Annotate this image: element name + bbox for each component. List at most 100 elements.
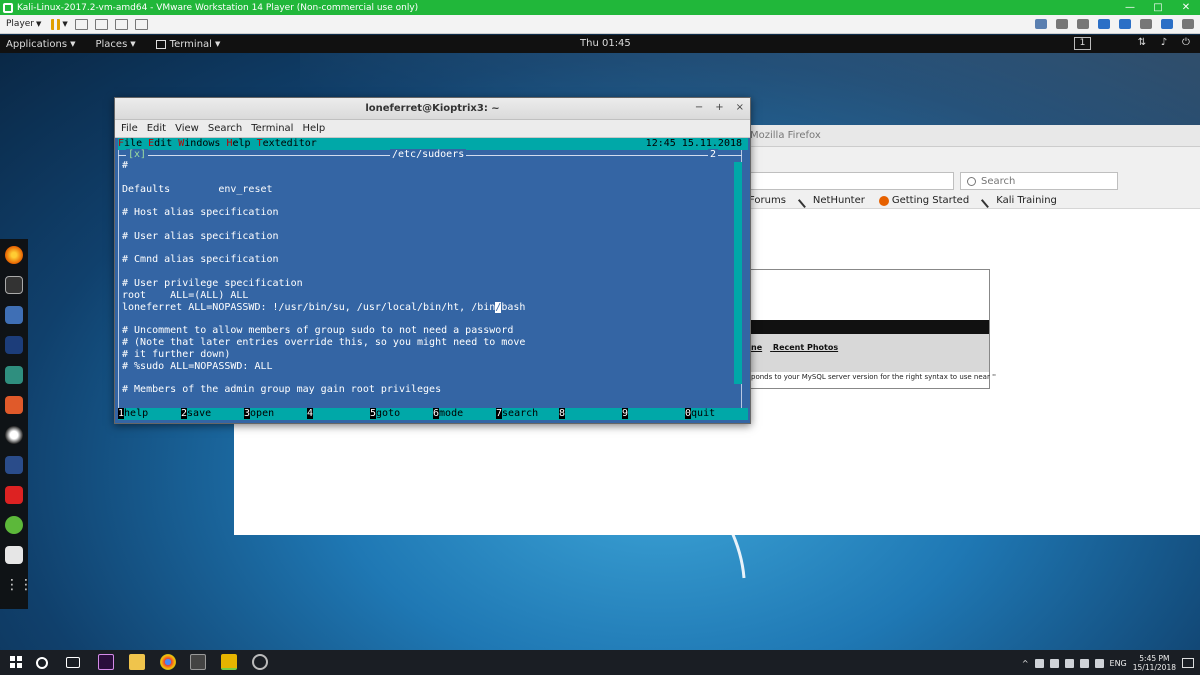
volume-icon[interactable] <box>1079 658 1089 668</box>
mcedit-menu-texteditor[interactable]: Texteditor <box>257 138 317 149</box>
taskbar-clock[interactable]: 5:45 PM 15/11/2018 <box>1133 654 1176 672</box>
editor-scrollbar[interactable] <box>734 162 742 384</box>
sound-device-icon[interactable] <box>1140 19 1152 29</box>
display-device-icon[interactable] <box>1182 19 1194 29</box>
faraday-icon[interactable] <box>5 486 23 504</box>
terminal-screen[interactable]: File Edit Windows Help Texteditor 12:45 1… <box>118 138 748 421</box>
show-hidden-icons[interactable]: ^ <box>1022 659 1029 668</box>
page-nav-links: ne Recent Photos <box>751 343 846 352</box>
firefox-icon[interactable] <box>5 246 23 264</box>
vmware-logo-icon <box>3 2 13 13</box>
editor-line: # it further down) <box>122 348 231 360</box>
function-key-9[interactable]: 9 <box>622 408 685 420</box>
unity-icon[interactable] <box>134 18 148 30</box>
mcedit-menu-edit[interactable]: Edit <box>148 138 172 149</box>
close-button[interactable]: ✕ <box>1172 0 1200 15</box>
notifications-icon[interactable] <box>1182 658 1194 668</box>
function-key-label: help <box>124 408 149 419</box>
terminal-close-button[interactable]: × <box>736 102 744 113</box>
bookmark-forums[interactable]: Forums <box>749 195 786 206</box>
firefox-search-input[interactable] <box>981 175 1111 187</box>
premiere-pro-icon[interactable] <box>98 654 114 670</box>
function-key-8[interactable]: 8 <box>559 408 622 420</box>
editor-line: # User alias specification <box>122 230 279 242</box>
chrome-icon[interactable] <box>160 654 176 670</box>
text-editor-icon[interactable] <box>5 546 23 564</box>
dropbox-icon[interactable] <box>1094 658 1104 668</box>
firefox-search-box[interactable] <box>960 172 1118 190</box>
maltego-icon[interactable] <box>5 456 23 474</box>
printer-device-icon[interactable] <box>1119 19 1131 29</box>
terminal-menu-terminal[interactable]: Terminal <box>251 123 293 134</box>
function-key-2[interactable]: 2save <box>181 408 244 420</box>
firefox-url-bar[interactable] <box>744 172 954 190</box>
windows-start-icon[interactable] <box>8 654 24 670</box>
terminal-menu-help[interactable]: Help <box>302 123 325 134</box>
terminal-menu-view[interactable]: View <box>175 123 199 134</box>
pause-icon[interactable] <box>51 18 61 30</box>
show-applications-icon[interactable]: ⋮⋮ <box>5 576 33 594</box>
gnome-clock[interactable]: Thu 01:45 <box>580 38 631 49</box>
burpsuite-icon[interactable] <box>5 396 23 414</box>
workspace-indicator[interactable]: 1 <box>1074 37 1091 50</box>
armitage-icon[interactable] <box>5 366 23 384</box>
network-device-icon[interactable] <box>1035 19 1047 29</box>
network-icon[interactable] <box>1064 658 1074 668</box>
task-view-icon[interactable] <box>66 657 80 668</box>
sql-error-text: ponds to your MySQL server version for t… <box>751 373 996 381</box>
cortana-icon[interactable] <box>36 657 48 669</box>
cd-device-icon[interactable] <box>1056 19 1068 29</box>
terminal-menu-file[interactable]: File <box>121 123 138 134</box>
metasploit-icon[interactable] <box>5 336 23 354</box>
removable-devices-icon[interactable] <box>94 18 108 30</box>
fullscreen-icon[interactable] <box>114 18 128 30</box>
vmware-player-icon[interactable] <box>221 654 237 670</box>
function-key-7[interactable]: 7search <box>496 408 559 420</box>
page-link-home[interactable]: ne <box>751 343 762 352</box>
send-ctrl-alt-del-icon[interactable] <box>74 18 88 30</box>
usb-device-icon[interactable] <box>1098 19 1110 29</box>
bookmark-getting-started[interactable]: Getting Started <box>878 195 969 206</box>
player-menu[interactable]: Player ▼ <box>6 17 41 32</box>
places-menu[interactable]: Places ▼ <box>95 39 135 50</box>
bookmark-nethunter[interactable]: NetHunter <box>797 193 865 208</box>
mcedit-menu-help[interactable]: Help <box>226 138 250 149</box>
mcedit-menu-windows[interactable]: Windows <box>178 138 220 149</box>
terminal-menu-search[interactable]: Search <box>208 123 242 134</box>
function-key-1[interactable]: 1help <box>118 408 181 420</box>
minimize-button[interactable]: — <box>1116 0 1144 15</box>
chevron-down-icon[interactable]: ▼ <box>62 20 67 28</box>
editor-text-area[interactable]: # Defaults env_reset # Host alias specific… <box>122 160 732 396</box>
applications-menu[interactable]: Applications ▼ <box>6 39 75 50</box>
files-icon[interactable] <box>5 306 23 324</box>
mcedit-menu-file[interactable]: File <box>118 138 142 149</box>
function-key-3[interactable]: 3open <box>244 408 307 420</box>
maximize-button[interactable]: □ <box>1144 0 1172 15</box>
function-key-4[interactable]: 4 <box>307 408 370 420</box>
terminal-window[interactable]: loneferret@Kioptrix3: ~ − + × File Edit … <box>114 97 751 424</box>
message-icon[interactable] <box>1161 19 1173 29</box>
system-tray[interactable]: ⇅ ♪ ⏻ <box>1136 37 1192 49</box>
language-indicator[interactable]: ENG <box>1110 659 1127 668</box>
bookmark-kali-training[interactable]: Kali Training <box>981 193 1057 208</box>
hdd-device-icon[interactable] <box>1077 19 1089 29</box>
terminal-icon[interactable] <box>5 276 23 294</box>
obs-icon[interactable] <box>252 654 268 670</box>
tray-app-icon[interactable] <box>1034 658 1044 668</box>
function-key-6[interactable]: 6mode <box>433 408 496 420</box>
terminal-minimize-button[interactable]: − <box>695 102 703 113</box>
terminal-menu-edit[interactable]: Edit <box>147 123 166 134</box>
function-key-5[interactable]: 5goto <box>370 408 433 420</box>
keyboard-app-icon[interactable] <box>190 654 206 670</box>
function-key-0[interactable]: 0quit <box>685 408 748 420</box>
terminal-titlebar[interactable]: loneferret@Kioptrix3: ~ − + × <box>115 98 750 120</box>
leafpad-icon[interactable] <box>5 516 23 534</box>
terminal-maximize-button[interactable]: + <box>715 102 723 113</box>
beef-icon[interactable] <box>5 426 23 444</box>
page-link-recent-photos[interactable]: Recent Photos <box>773 343 838 352</box>
terminal-app-menu[interactable]: Terminal ▼ <box>155 39 220 50</box>
file-explorer-icon[interactable] <box>129 654 145 670</box>
battery-icon[interactable] <box>1049 658 1059 668</box>
